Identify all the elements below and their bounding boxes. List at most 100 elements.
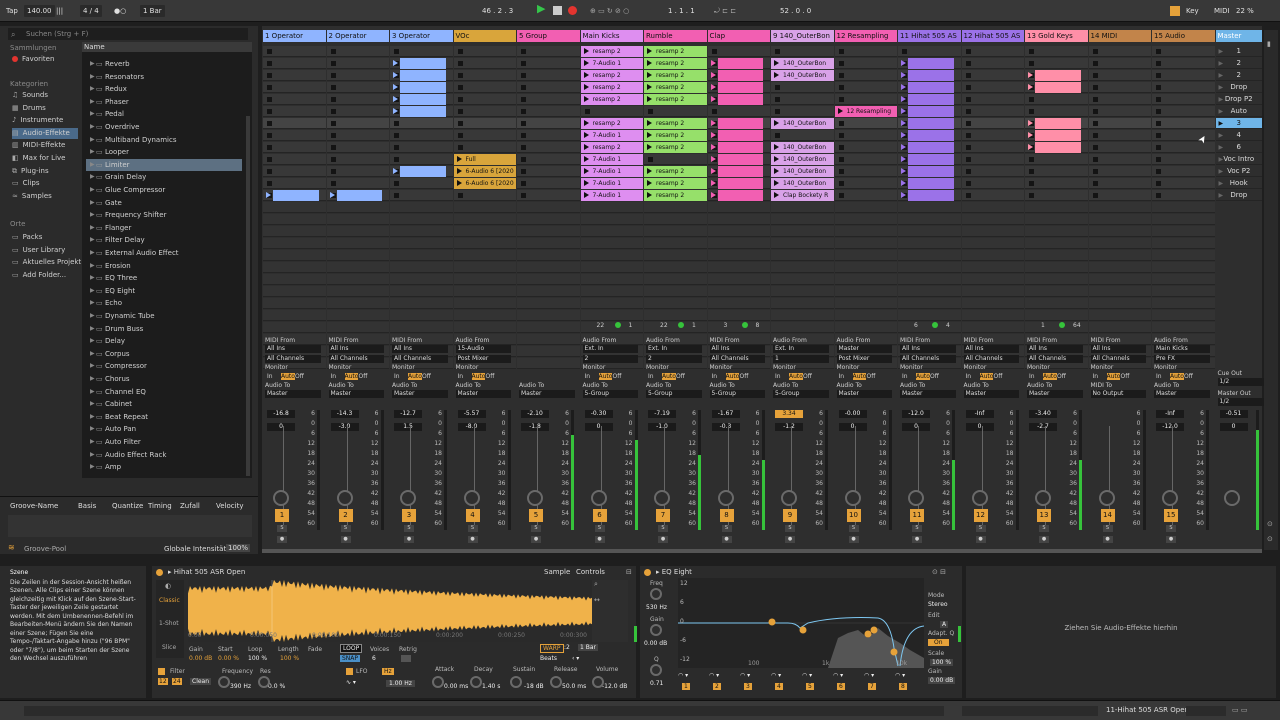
scene-view-toggle-icon[interactable]: ▮ bbox=[1267, 40, 1271, 48]
clip-slot[interactable] bbox=[834, 178, 897, 189]
slot-stop-icon[interactable] bbox=[838, 169, 844, 174]
track-activator-button[interactable]: 2 bbox=[338, 509, 353, 522]
clip[interactable] bbox=[1035, 130, 1081, 141]
expand-arrow-icon[interactable]: ▶ bbox=[90, 272, 95, 284]
clip[interactable]: 140_OuterBon bbox=[771, 166, 834, 177]
clip[interactable]: resamp 2 bbox=[580, 82, 643, 93]
solo-button[interactable]: S bbox=[658, 525, 668, 532]
output-select[interactable]: Master bbox=[836, 390, 892, 398]
sidebar-place-3[interactable]: ▭ Add Folder... bbox=[12, 270, 78, 281]
output-select[interactable]: Master bbox=[1154, 390, 1210, 398]
clip-slot[interactable] bbox=[771, 130, 834, 141]
empty-slot[interactable] bbox=[644, 274, 707, 285]
empty-slot[interactable] bbox=[326, 298, 389, 309]
pan-knob[interactable] bbox=[527, 490, 543, 506]
empty-slot[interactable] bbox=[580, 250, 643, 261]
empty-slot[interactable] bbox=[644, 322, 707, 333]
track-header[interactable]: 1 Operator bbox=[263, 30, 326, 42]
scene-play-icon[interactable]: ▶ bbox=[1219, 130, 1224, 141]
lfo-rate-value[interactable]: 1.00 Hz bbox=[386, 680, 415, 687]
clip-launch-icon[interactable] bbox=[647, 144, 652, 150]
track-activator-button[interactable]: 4 bbox=[465, 509, 480, 522]
clip-launch-icon[interactable] bbox=[901, 72, 906, 78]
start-value[interactable]: 0.00 % bbox=[218, 655, 239, 662]
attack-knob[interactable] bbox=[432, 676, 444, 688]
decay-value[interactable]: 1.40 s bbox=[482, 683, 500, 690]
slot-stop-icon[interactable] bbox=[1092, 85, 1098, 90]
slot-stop-icon[interactable] bbox=[775, 85, 780, 90]
pan-field[interactable]: 0 bbox=[267, 423, 295, 431]
clip-launch-icon[interactable] bbox=[456, 180, 462, 186]
clip[interactable] bbox=[908, 70, 954, 81]
empty-slot[interactable] bbox=[1088, 298, 1151, 309]
session-h-scrollbar[interactable] bbox=[262, 549, 1262, 553]
slot-stop-icon[interactable] bbox=[775, 49, 780, 54]
empty-slot[interactable] bbox=[771, 310, 834, 321]
eq-edit-value[interactable]: A bbox=[940, 621, 949, 628]
empty-slot[interactable] bbox=[707, 274, 770, 285]
empty-slot[interactable] bbox=[644, 238, 707, 249]
empty-slot[interactable] bbox=[580, 274, 643, 285]
slot-stop-icon[interactable] bbox=[457, 145, 463, 150]
empty-slot[interactable] bbox=[1152, 286, 1215, 297]
mode-one-shot[interactable]: 1-Shot bbox=[159, 620, 179, 627]
slot-stop-icon[interactable] bbox=[330, 73, 336, 78]
clip-launch-icon[interactable] bbox=[583, 168, 589, 174]
clip[interactable] bbox=[717, 118, 763, 129]
clip[interactable]: 12 Resampling bbox=[834, 106, 897, 117]
key-map-icon[interactable] bbox=[1170, 6, 1180, 16]
clip-slot[interactable] bbox=[1152, 106, 1215, 117]
clip[interactable]: 140_OuterBon bbox=[771, 154, 834, 165]
scene-play-icon[interactable]: ▶ bbox=[1219, 118, 1224, 129]
pan-field[interactable]: -8.0 bbox=[457, 423, 486, 431]
slot-stop-icon[interactable] bbox=[965, 145, 971, 150]
groove-header[interactable]: Groove-Name bbox=[10, 502, 58, 510]
slot-stop-icon[interactable] bbox=[521, 145, 526, 150]
browser-list-item[interactable]: ▶ ▭ Corpus bbox=[86, 348, 242, 360]
clip-slot[interactable] bbox=[1152, 154, 1215, 165]
clip-slot[interactable] bbox=[453, 58, 516, 69]
clip[interactable] bbox=[717, 130, 763, 141]
sidebar-place-0[interactable]: ▭ Packs bbox=[12, 232, 78, 243]
empty-slot[interactable] bbox=[326, 250, 389, 261]
clip-slot[interactable] bbox=[1152, 190, 1215, 201]
track-activator-button[interactable]: 11 bbox=[910, 509, 924, 522]
empty-slot[interactable] bbox=[834, 310, 897, 321]
empty-slot[interactable] bbox=[707, 250, 770, 261]
pan-field[interactable]: 1.5 bbox=[394, 423, 422, 431]
release-value[interactable]: 50.0 ms bbox=[562, 683, 586, 690]
clip-slot[interactable] bbox=[453, 130, 516, 141]
empty-slot[interactable] bbox=[517, 322, 580, 333]
empty-slot[interactable] bbox=[453, 298, 516, 309]
clip-launch-icon[interactable] bbox=[1028, 72, 1033, 78]
res-value[interactable]: 0.0 % bbox=[268, 683, 285, 690]
empty-slot[interactable] bbox=[1025, 214, 1088, 225]
slot-stop-icon[interactable] bbox=[1156, 73, 1161, 78]
clip-launch-icon[interactable] bbox=[774, 192, 779, 198]
empty-slot[interactable] bbox=[961, 262, 1024, 273]
clip[interactable]: 7-Audio 1 bbox=[580, 178, 643, 189]
clip[interactable] bbox=[273, 190, 319, 201]
groove-header[interactable]: Basis bbox=[78, 502, 96, 510]
clip-slot[interactable] bbox=[517, 142, 580, 153]
track-header[interactable]: 13 Gold Keys bbox=[1025, 30, 1088, 42]
slot-stop-icon[interactable] bbox=[1156, 85, 1161, 90]
slot-stop-icon[interactable] bbox=[1092, 97, 1098, 102]
volume-field[interactable]: -Inf bbox=[1156, 410, 1184, 418]
empty-slot[interactable] bbox=[326, 286, 389, 297]
clip[interactable] bbox=[400, 94, 446, 105]
clip-launch-icon[interactable] bbox=[583, 144, 589, 150]
empty-slot[interactable] bbox=[390, 226, 453, 237]
scene-play-icon[interactable]: ▶ bbox=[1219, 46, 1224, 57]
empty-slot[interactable] bbox=[453, 310, 516, 321]
clip-slot[interactable] bbox=[326, 106, 389, 117]
release-knob[interactable] bbox=[550, 676, 562, 688]
slot-stop-icon[interactable] bbox=[1029, 169, 1034, 174]
clip-launch-icon[interactable] bbox=[1028, 120, 1033, 126]
empty-slot[interactable] bbox=[898, 202, 961, 213]
empty-slot[interactable] bbox=[580, 286, 643, 297]
empty-slot[interactable] bbox=[390, 310, 453, 321]
empty-slot[interactable] bbox=[961, 238, 1024, 249]
output-select[interactable]: 5-Group bbox=[646, 390, 702, 398]
clip[interactable] bbox=[717, 82, 763, 93]
